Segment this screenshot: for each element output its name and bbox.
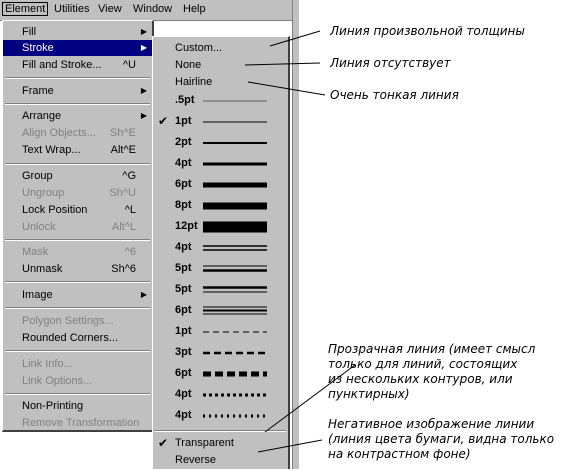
annotation-line: (линия цвета бумаги, видна только	[328, 432, 555, 446]
annotation-line: Негативное изображение линии	[328, 417, 535, 431]
annotation-reverse: Негативное изображение линии (линия цвет…	[328, 417, 554, 462]
annotation-line: пунктирных)	[328, 387, 410, 401]
annotation-hairline: Очень тонкая линия	[330, 88, 459, 102]
annotation-line: на контрастном фоне)	[328, 447, 471, 461]
annotation-line: Прозрачная линия (имеет смысл	[328, 342, 536, 356]
annotation-transparent: Прозрачная линия (имеет смысл только для…	[328, 342, 535, 402]
annotation-custom: Линия произвольной толщины	[330, 24, 525, 38]
annotation-line: из нескольких контуров, или	[328, 372, 513, 386]
annotation-line: только для линий, состоящих	[328, 357, 518, 371]
annotation-none: Линия отсутствует	[330, 56, 451, 70]
